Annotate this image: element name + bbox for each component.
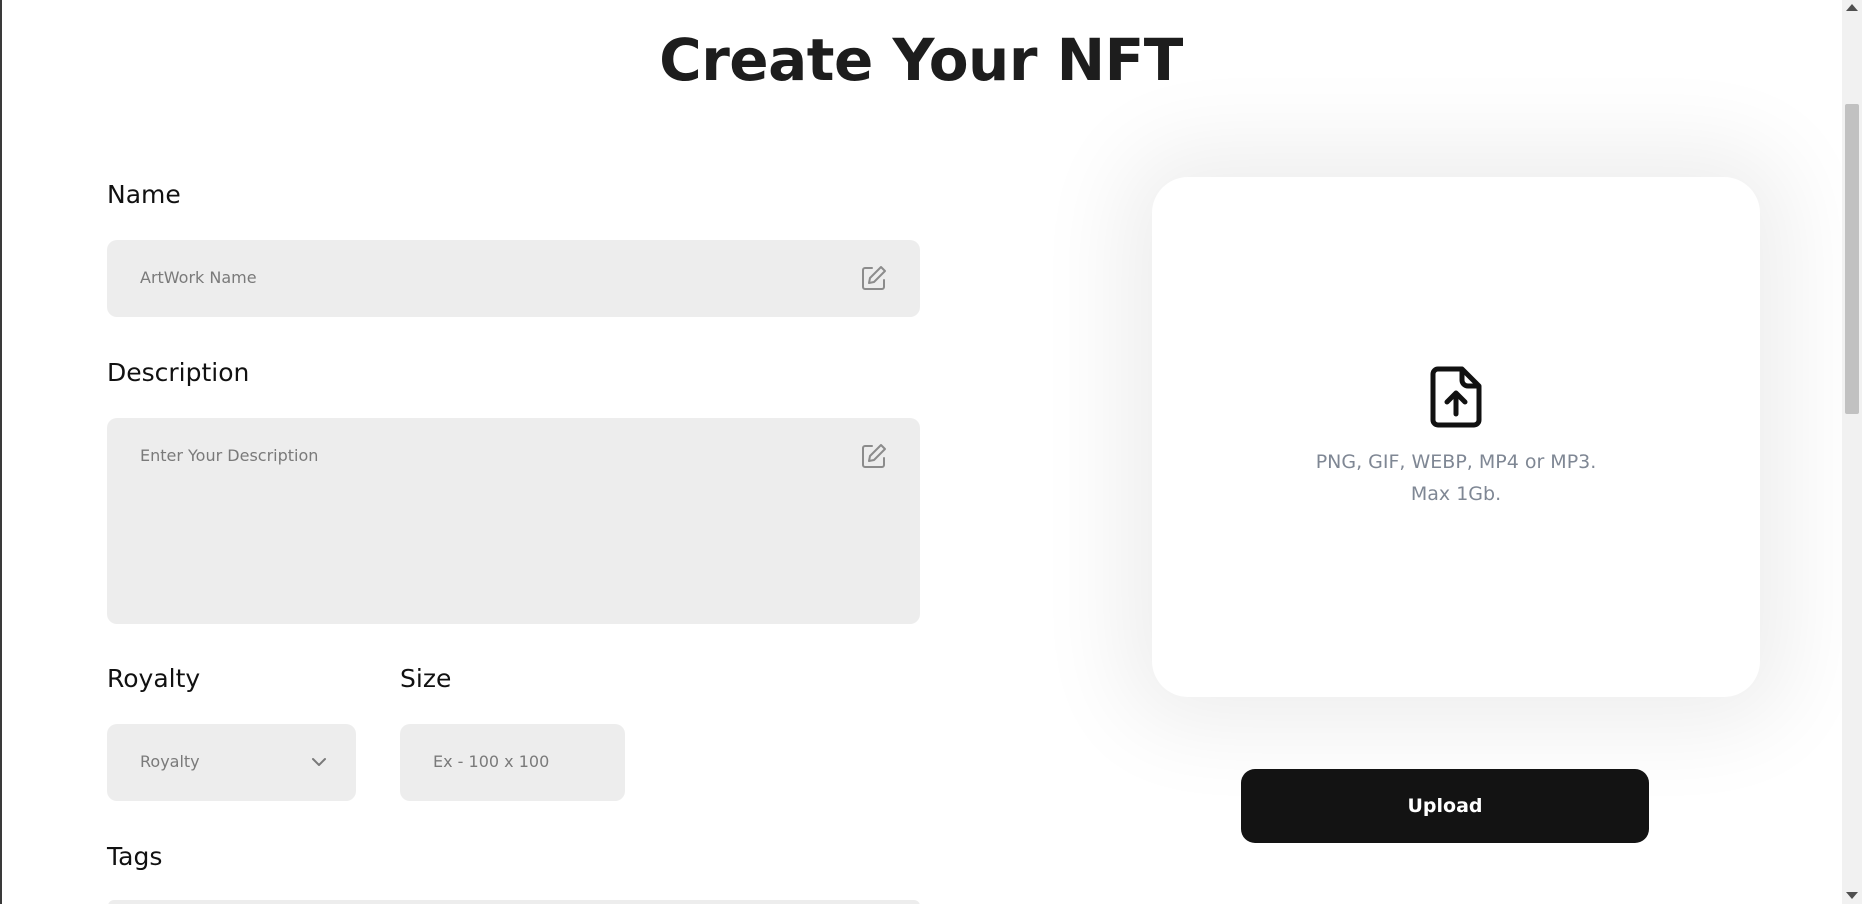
scrollbar-thumb[interactable] <box>1845 104 1859 414</box>
name-label: Name <box>107 180 181 209</box>
description-label: Description <box>107 358 250 387</box>
artwork-name-input[interactable]: ArtWork Name <box>107 240 920 317</box>
scroll-up-arrow-icon[interactable] <box>1846 4 1858 11</box>
royalty-label: Royalty <box>107 664 201 693</box>
scroll-down-arrow-icon[interactable] <box>1846 892 1858 899</box>
size-input[interactable]: Ex - 100 x 100 <box>400 724 625 801</box>
size-label: Size <box>400 664 452 693</box>
upload-hint: PNG, GIF, WEBP, MP4 or MP3. Max 1Gb. <box>1315 451 1597 505</box>
edit-icon[interactable] <box>860 264 888 292</box>
tags-input[interactable] <box>108 900 920 904</box>
size-placeholder: Ex - 100 x 100 <box>433 752 550 771</box>
description-placeholder: Enter Your Description <box>140 446 319 465</box>
royalty-select[interactable]: Royalty <box>107 724 356 801</box>
page-title: Create Your NFT <box>659 26 1183 94</box>
artwork-name-placeholder: ArtWork Name <box>140 268 257 287</box>
upload-button[interactable]: Upload <box>1241 769 1649 843</box>
window-edge <box>0 0 2 904</box>
file-dropzone[interactable] <box>1152 177 1760 697</box>
description-textarea[interactable]: Enter Your Description <box>107 418 920 624</box>
tags-label: Tags <box>107 842 163 871</box>
chevron-down-icon <box>312 758 326 766</box>
file-upload-icon <box>1430 366 1482 428</box>
edit-icon[interactable] <box>860 442 888 470</box>
royalty-selected-value: Royalty <box>140 752 200 771</box>
